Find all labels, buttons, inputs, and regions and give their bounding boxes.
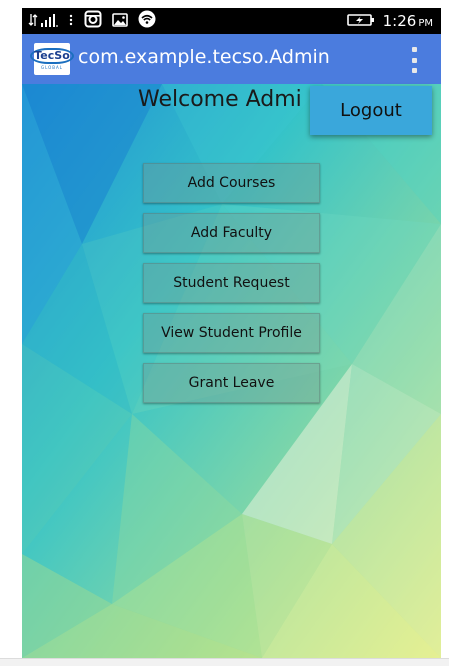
grant-leave-button[interactable]: Grant Leave [143, 363, 320, 403]
main-content: Welcome Admi Add Courses Add Faculty Stu… [22, 84, 441, 658]
admin-menu: Add Courses Add Faculty Student Request … [143, 163, 320, 413]
image-icon [112, 12, 128, 31]
status-time: 1:26 PM [383, 12, 433, 30]
more-notifications-icon [68, 12, 74, 31]
battery-charging-icon [346, 12, 375, 31]
welcome-heading: Welcome Admi [138, 87, 302, 112]
overflow-dot [411, 47, 417, 52]
action-bar: TecSo GLOBAL com.example.tecso.Admin [22, 34, 441, 84]
student-request-button[interactable]: Student Request [143, 263, 320, 303]
status-time-value: 1:26 [382, 12, 417, 30]
status-right-group: 1:26 PM [346, 11, 433, 31]
status-bar: 1:26 PM [22, 8, 441, 34]
overflow-dot [411, 57, 417, 63]
overflow-menu: Logout [310, 86, 432, 135]
phone-screen: 1:26 PM TecSo GLOBAL com.example.tecso.Ad… [22, 8, 441, 658]
instagram-icon [84, 10, 102, 32]
view-student-profile-button[interactable]: View Student Profile [143, 313, 320, 353]
more-vert-icon[interactable] [409, 47, 419, 73]
app-logo-text: TecSo [30, 48, 74, 64]
status-left-icons [28, 10, 156, 32]
add-faculty-button[interactable]: Add Faculty [143, 213, 320, 253]
status-time-ampm: PM [418, 18, 433, 29]
app-title: com.example.tecso.Admin [78, 46, 330, 68]
add-courses-button[interactable]: Add Courses [143, 163, 320, 203]
app-logo: TecSo GLOBAL [30, 43, 74, 75]
app-logo-subtext: GLOBAL [40, 65, 64, 70]
logout-menu-item[interactable]: Logout [310, 86, 432, 135]
data-arrows-icon [28, 12, 38, 31]
signal-bars-icon [40, 12, 58, 31]
wifi-icon [138, 10, 156, 32]
overflow-dot [411, 68, 417, 73]
